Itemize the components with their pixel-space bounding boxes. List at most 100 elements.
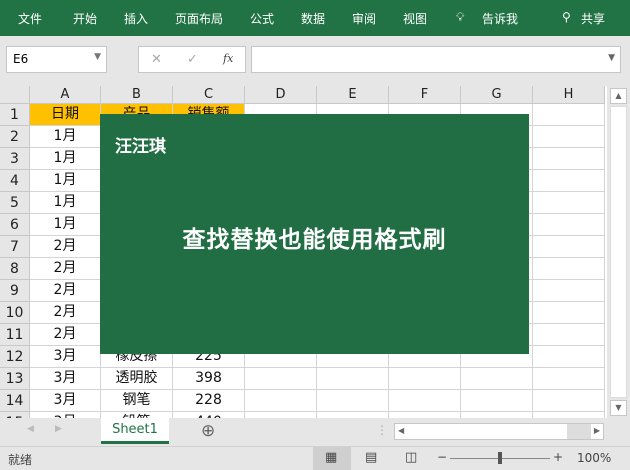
row-header[interactable]: 6 [0,214,30,236]
tab-data[interactable]: 数据 [301,10,325,27]
select-all-corner[interactable] [0,86,30,104]
add-sheet-icon[interactable]: ⊕ [201,421,215,441]
cell-b14[interactable]: 钢笔 [101,390,173,412]
cell-e13[interactable] [317,368,389,390]
column-header-g[interactable]: G [461,86,533,104]
prev-sheet-icon[interactable]: ◀ [27,424,34,434]
normal-view-button[interactable]: ▦ [313,447,351,470]
share-button[interactable]: 共享 [581,10,605,27]
cell-g14[interactable] [461,390,533,412]
tab-review[interactable]: 审阅 [352,10,376,27]
scroll-right-icon[interactable]: ▶ [594,426,600,435]
cell-c13[interactable]: 398 [173,368,245,390]
cancel-icon[interactable]: ✕ [151,52,162,67]
cell-h6[interactable] [533,214,605,236]
cell-h7[interactable] [533,236,605,258]
sheet-tab-sheet1[interactable]: Sheet1 [101,418,169,444]
zoom-in-icon[interactable]: + [553,450,563,464]
column-header-f[interactable]: F [389,86,461,104]
formula-input[interactable]: ▼ [251,46,621,73]
cell-c14[interactable]: 228 [173,390,245,412]
chevron-down-icon[interactable]: ▼ [94,52,101,62]
cell-h1[interactable] [533,104,605,126]
cell-h5[interactable] [533,192,605,214]
enter-icon[interactable]: ✓ [187,52,198,67]
zoom-out-icon[interactable]: − [437,450,447,464]
tab-home[interactable]: 开始 [73,10,97,27]
row-header[interactable]: 13 [0,368,30,390]
vertical-scrollbar[interactable]: ▲ ▼ [607,86,630,418]
row-header[interactable]: 2 [0,126,30,148]
scroll-up-icon[interactable]: ▲ [610,88,627,104]
cell-h12[interactable] [533,346,605,368]
cell-h4[interactable] [533,170,605,192]
row-header[interactable]: 12 [0,346,30,368]
row-header[interactable]: 1 [0,104,30,126]
scroll-left-icon[interactable]: ◀ [398,426,404,435]
scroll-down-icon[interactable]: ▼ [610,400,627,416]
cell-b13[interactable]: 透明胶 [101,368,173,390]
cell-a13[interactable]: 3月 [30,368,101,390]
row-header[interactable]: 8 [0,258,30,280]
name-box[interactable]: E6 ▼ [6,46,107,73]
row-header[interactable]: 10 [0,302,30,324]
cell-a9[interactable]: 2月 [30,280,101,302]
tell-me[interactable]: 告诉我 [482,10,518,27]
cell-a8[interactable]: 2月 [30,258,101,280]
horizontal-scrollbar[interactable]: ◀ ▶ [394,423,604,440]
cell-a3[interactable]: 1月 [30,148,101,170]
cell-a4[interactable]: 1月 [30,170,101,192]
page-break-view-icon[interactable]: ◫ [405,450,417,465]
row-header[interactable]: 3 [0,148,30,170]
column-header-c[interactable]: C [173,86,245,104]
cell-a7[interactable]: 2月 [30,236,101,258]
splitter-handle[interactable]: ⋮ [376,423,388,437]
row-header[interactable]: 9 [0,280,30,302]
zoom-level[interactable]: 100% [577,451,611,465]
cell-a2[interactable]: 1月 [30,126,101,148]
cell-h9[interactable] [533,280,605,302]
column-header-h[interactable]: H [533,86,605,104]
row-header[interactable]: 5 [0,192,30,214]
cell-h10[interactable] [533,302,605,324]
cell-h2[interactable] [533,126,605,148]
cell-h11[interactable] [533,324,605,346]
column-header-b[interactable]: B [101,86,173,104]
cell-a14[interactable]: 3月 [30,390,101,412]
tab-file[interactable]: 文件 [18,10,42,27]
cell-h8[interactable] [533,258,605,280]
row-header[interactable]: 7 [0,236,30,258]
row-header[interactable]: 4 [0,170,30,192]
zoom-slider-thumb[interactable] [498,452,502,464]
column-header-e[interactable]: E [317,86,389,104]
tab-view[interactable]: 视图 [403,10,427,27]
row-header[interactable]: 14 [0,390,30,412]
cell-h3[interactable] [533,148,605,170]
column-header-a[interactable]: A [30,86,101,104]
page-layout-view-icon[interactable]: ▤ [365,450,377,465]
cell-f14[interactable] [389,390,461,412]
next-sheet-icon[interactable]: ▶ [55,424,62,434]
cell-h14[interactable] [533,390,605,412]
cell-g13[interactable] [461,368,533,390]
tab-formulas[interactable]: 公式 [250,10,274,27]
scroll-track[interactable] [610,106,627,398]
column-header-d[interactable]: D [245,86,317,104]
cell-a5[interactable]: 1月 [30,192,101,214]
cell-a10[interactable]: 2月 [30,302,101,324]
cell-f13[interactable] [389,368,461,390]
cell-a12[interactable]: 3月 [30,346,101,368]
tab-page-layout[interactable]: 页面布局 [175,10,223,27]
cell-e14[interactable] [317,390,389,412]
insert-function-icon[interactable]: fx [223,52,233,65]
expand-icon[interactable]: ▼ [608,53,615,63]
cell-a1[interactable]: 日期 [30,104,101,126]
cell-h13[interactable] [533,368,605,390]
cell-d13[interactable] [245,368,317,390]
row-header[interactable]: 11 [0,324,30,346]
scroll-track-empty[interactable] [567,424,591,439]
tab-insert[interactable]: 插入 [124,10,148,27]
cell-d14[interactable] [245,390,317,412]
cell-a11[interactable]: 2月 [30,324,101,346]
cell-a6[interactable]: 1月 [30,214,101,236]
